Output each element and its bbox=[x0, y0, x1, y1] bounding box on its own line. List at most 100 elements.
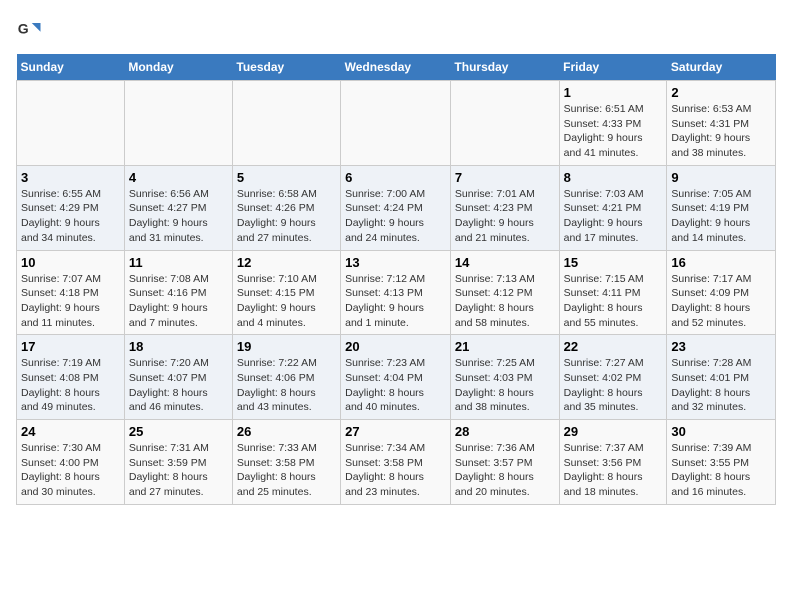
day-info: Sunrise: 7:13 AM Sunset: 4:12 PM Dayligh… bbox=[455, 272, 555, 331]
day-info: Sunrise: 7:05 AM Sunset: 4:19 PM Dayligh… bbox=[671, 187, 771, 246]
week-row-4: 17Sunrise: 7:19 AM Sunset: 4:08 PM Dayli… bbox=[17, 335, 776, 420]
day-cell: 10 Sunrise: 7:07 AM Sunset: 4:18 PM Dayli… bbox=[17, 250, 125, 335]
day-number: 23 bbox=[671, 339, 771, 354]
header-day-monday: Monday bbox=[124, 54, 232, 81]
day-cell: 28Sunrise: 7:36 AM Sunset: 3:57 PM Dayli… bbox=[450, 420, 559, 505]
day-number: 18 bbox=[129, 339, 228, 354]
day-number: 28 bbox=[455, 424, 555, 439]
header-day-sunday: Sunday bbox=[17, 54, 125, 81]
day-cell: 16 Sunrise: 7:17 AM Sunset: 4:09 PM Dayli… bbox=[667, 250, 776, 335]
day-info: Sunrise: 6:58 AM Sunset: 4:26 PM Dayligh… bbox=[237, 187, 336, 246]
day-info: Sunrise: 7:25 AM Sunset: 4:03 PM Dayligh… bbox=[455, 356, 555, 415]
logo: G bbox=[16, 16, 48, 44]
day-number: 10 bbox=[21, 255, 120, 270]
day-info: Sunrise: 7:31 AM Sunset: 3:59 PM Dayligh… bbox=[129, 441, 228, 500]
day-number: 26 bbox=[237, 424, 336, 439]
day-cell: 17Sunrise: 7:19 AM Sunset: 4:08 PM Dayli… bbox=[17, 335, 125, 420]
day-cell: 23 Sunrise: 7:28 AM Sunset: 4:01 PM Dayli… bbox=[667, 335, 776, 420]
calendar-table: SundayMondayTuesdayWednesdayThursdayFrid… bbox=[16, 54, 776, 505]
day-cell bbox=[341, 81, 451, 166]
day-info: Sunrise: 7:34 AM Sunset: 3:58 PM Dayligh… bbox=[345, 441, 446, 500]
week-row-1: 1 Sunrise: 6:51 AM Sunset: 4:33 PM Daylig… bbox=[17, 81, 776, 166]
day-number: 30 bbox=[671, 424, 771, 439]
day-number: 15 bbox=[564, 255, 663, 270]
day-info: Sunrise: 6:53 AM Sunset: 4:31 PM Dayligh… bbox=[671, 102, 771, 161]
week-row-5: 24 Sunrise: 7:30 AM Sunset: 4:00 PM Dayli… bbox=[17, 420, 776, 505]
day-number: 12 bbox=[237, 255, 336, 270]
day-info: Sunrise: 7:22 AM Sunset: 4:06 PM Dayligh… bbox=[237, 356, 336, 415]
day-cell: 1 Sunrise: 6:51 AM Sunset: 4:33 PM Daylig… bbox=[559, 81, 667, 166]
day-number: 14 bbox=[455, 255, 555, 270]
day-info: Sunrise: 6:56 AM Sunset: 4:27 PM Dayligh… bbox=[129, 187, 228, 246]
day-number: 11 bbox=[129, 255, 228, 270]
day-cell: 26 Sunrise: 7:33 AM Sunset: 3:58 PM Dayli… bbox=[232, 420, 340, 505]
logo-icon: G bbox=[16, 16, 44, 44]
day-cell: 15 Sunrise: 7:15 AM Sunset: 4:11 PM Dayli… bbox=[559, 250, 667, 335]
day-info: Sunrise: 7:20 AM Sunset: 4:07 PM Dayligh… bbox=[129, 356, 228, 415]
day-number: 21 bbox=[455, 339, 555, 354]
header: G bbox=[16, 16, 776, 44]
day-cell: 25 Sunrise: 7:31 AM Sunset: 3:59 PM Dayli… bbox=[124, 420, 232, 505]
day-info: Sunrise: 7:27 AM Sunset: 4:02 PM Dayligh… bbox=[564, 356, 663, 415]
day-number: 5 bbox=[237, 170, 336, 185]
day-info: Sunrise: 7:12 AM Sunset: 4:13 PM Dayligh… bbox=[345, 272, 446, 331]
day-cell: 6 Sunrise: 7:00 AM Sunset: 4:24 PM Daylig… bbox=[341, 165, 451, 250]
day-info: Sunrise: 7:07 AM Sunset: 4:18 PM Dayligh… bbox=[21, 272, 120, 331]
day-info: Sunrise: 6:51 AM Sunset: 4:33 PM Dayligh… bbox=[564, 102, 663, 161]
header-day-saturday: Saturday bbox=[667, 54, 776, 81]
day-cell bbox=[450, 81, 559, 166]
day-number: 1 bbox=[564, 85, 663, 100]
day-number: 16 bbox=[671, 255, 771, 270]
day-number: 6 bbox=[345, 170, 446, 185]
day-cell: 3 Sunrise: 6:55 AM Sunset: 4:29 PM Daylig… bbox=[17, 165, 125, 250]
day-cell: 27 Sunrise: 7:34 AM Sunset: 3:58 PM Dayli… bbox=[341, 420, 451, 505]
day-cell: 13 Sunrise: 7:12 AM Sunset: 4:13 PM Dayli… bbox=[341, 250, 451, 335]
day-cell: 7Sunrise: 7:01 AM Sunset: 4:23 PM Daylig… bbox=[450, 165, 559, 250]
day-number: 2 bbox=[671, 85, 771, 100]
header-day-friday: Friday bbox=[559, 54, 667, 81]
day-info: Sunrise: 7:00 AM Sunset: 4:24 PM Dayligh… bbox=[345, 187, 446, 246]
day-number: 29 bbox=[564, 424, 663, 439]
day-cell: 5 Sunrise: 6:58 AM Sunset: 4:26 PM Daylig… bbox=[232, 165, 340, 250]
day-cell: 14 Sunrise: 7:13 AM Sunset: 4:12 PM Dayli… bbox=[450, 250, 559, 335]
day-cell: 11 Sunrise: 7:08 AM Sunset: 4:16 PM Dayli… bbox=[124, 250, 232, 335]
day-cell: 20 Sunrise: 7:23 AM Sunset: 4:04 PM Dayli… bbox=[341, 335, 451, 420]
day-info: Sunrise: 7:23 AM Sunset: 4:04 PM Dayligh… bbox=[345, 356, 446, 415]
day-info: Sunrise: 7:01 AM Sunset: 4:23 PM Dayligh… bbox=[455, 187, 555, 246]
day-number: 17 bbox=[21, 339, 120, 354]
day-cell bbox=[124, 81, 232, 166]
day-info: Sunrise: 7:30 AM Sunset: 4:00 PM Dayligh… bbox=[21, 441, 120, 500]
day-number: 22 bbox=[564, 339, 663, 354]
day-info: Sunrise: 7:33 AM Sunset: 3:58 PM Dayligh… bbox=[237, 441, 336, 500]
day-info: Sunrise: 7:10 AM Sunset: 4:15 PM Dayligh… bbox=[237, 272, 336, 331]
week-row-3: 10 Sunrise: 7:07 AM Sunset: 4:18 PM Dayli… bbox=[17, 250, 776, 335]
day-number: 4 bbox=[129, 170, 228, 185]
calendar-header-row: SundayMondayTuesdayWednesdayThursdayFrid… bbox=[17, 54, 776, 81]
day-info: Sunrise: 7:15 AM Sunset: 4:11 PM Dayligh… bbox=[564, 272, 663, 331]
day-number: 9 bbox=[671, 170, 771, 185]
day-cell bbox=[232, 81, 340, 166]
day-number: 13 bbox=[345, 255, 446, 270]
day-number: 24 bbox=[21, 424, 120, 439]
day-number: 20 bbox=[345, 339, 446, 354]
day-info: Sunrise: 7:39 AM Sunset: 3:55 PM Dayligh… bbox=[671, 441, 771, 500]
day-info: Sunrise: 7:08 AM Sunset: 4:16 PM Dayligh… bbox=[129, 272, 228, 331]
day-number: 27 bbox=[345, 424, 446, 439]
day-cell: 21 Sunrise: 7:25 AM Sunset: 4:03 PM Dayli… bbox=[450, 335, 559, 420]
day-info: Sunrise: 6:55 AM Sunset: 4:29 PM Dayligh… bbox=[21, 187, 120, 246]
day-cell: 30 Sunrise: 7:39 AM Sunset: 3:55 PM Dayli… bbox=[667, 420, 776, 505]
header-day-tuesday: Tuesday bbox=[232, 54, 340, 81]
day-info: Sunrise: 7:17 AM Sunset: 4:09 PM Dayligh… bbox=[671, 272, 771, 331]
day-info: Sunrise: 7:28 AM Sunset: 4:01 PM Dayligh… bbox=[671, 356, 771, 415]
day-cell: 12 Sunrise: 7:10 AM Sunset: 4:15 PM Dayli… bbox=[232, 250, 340, 335]
day-number: 3 bbox=[21, 170, 120, 185]
day-cell: 24 Sunrise: 7:30 AM Sunset: 4:00 PM Dayli… bbox=[17, 420, 125, 505]
day-number: 19 bbox=[237, 339, 336, 354]
day-number: 25 bbox=[129, 424, 228, 439]
svg-text:G: G bbox=[18, 21, 29, 37]
day-number: 8 bbox=[564, 170, 663, 185]
day-info: Sunrise: 7:03 AM Sunset: 4:21 PM Dayligh… bbox=[564, 187, 663, 246]
day-cell bbox=[17, 81, 125, 166]
day-cell: 22 Sunrise: 7:27 AM Sunset: 4:02 PM Dayli… bbox=[559, 335, 667, 420]
day-info: Sunrise: 7:37 AM Sunset: 3:56 PM Dayligh… bbox=[564, 441, 663, 500]
